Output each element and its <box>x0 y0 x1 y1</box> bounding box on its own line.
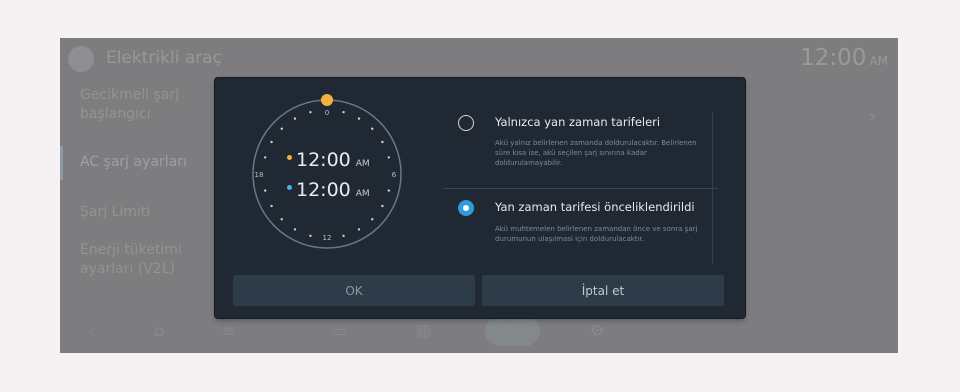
cancel-button[interactable]: İptal et <box>482 275 724 306</box>
chart-icon[interactable]: ▥ <box>416 321 431 340</box>
clock-tick <box>293 228 297 231</box>
clock-tick <box>263 156 267 159</box>
clock-tick <box>309 110 312 114</box>
clock-label-18: 18 <box>255 171 264 179</box>
clock-tick <box>280 127 283 130</box>
avatar <box>68 46 94 72</box>
options-divider <box>443 188 718 189</box>
sidebar-item-delayed-charge[interactable]: Gecikmeli şarj başlangıcı <box>80 86 215 124</box>
sidebar-item-ac-charge[interactable]: AC şarj ayarları <box>80 153 215 172</box>
clock-label-12: 12 <box>323 234 332 242</box>
app-title: Elektrikli araç <box>106 48 223 68</box>
start-dot <box>287 155 292 160</box>
clock-tick <box>357 117 361 120</box>
clock-tick <box>357 228 361 231</box>
clock-label-6: 6 <box>392 171 397 179</box>
ok-button[interactable]: OK <box>233 275 475 306</box>
chevron-right-icon[interactable]: › <box>869 106 876 127</box>
media-icon[interactable]: ▭ <box>332 321 347 340</box>
option-description: Akü yalnız belirlenen zamanda doldurulac… <box>495 139 697 167</box>
clock-label-0: 0 <box>325 109 329 117</box>
end-time-row: 12:00 AM <box>287 179 370 201</box>
status-time: 12:00 <box>800 45 867 71</box>
clock-ticks <box>263 110 391 238</box>
clock-tick <box>381 204 384 208</box>
start-handle[interactable] <box>321 94 333 106</box>
clock-tick <box>270 140 273 144</box>
clock-tick <box>387 156 391 159</box>
back-icon[interactable]: ‹ <box>88 321 94 340</box>
option-title: Yalnızca yan zaman tarifeleri <box>495 115 661 129</box>
clock-tick <box>280 218 283 221</box>
sidebar-item-charge-limit[interactable]: Şarj Limiti <box>80 203 215 222</box>
clock-tick <box>293 117 297 120</box>
clock-dial: 0 6 12 18 <box>252 94 402 249</box>
end-time: 12:00 <box>296 179 351 201</box>
clock-tick <box>381 140 384 144</box>
start-ampm: AM <box>355 159 370 169</box>
radio-offpeak-prioritized[interactable] <box>458 200 474 216</box>
sidebar-item-v2l[interactable]: Enerji tüketimi ayarları (V2L) <box>80 241 215 279</box>
status-clock: 12:00 AM <box>800 45 888 71</box>
option-title: Yan zaman tarifesi önceliklendirildi <box>495 200 695 214</box>
clock-tick <box>270 204 273 208</box>
search-icon[interactable]: ⚲ <box>505 321 517 340</box>
clock-tick <box>263 189 267 192</box>
menu-icon[interactable]: ≡ <box>222 321 235 340</box>
end-dot <box>287 185 292 190</box>
home-icon[interactable]: ⌂ <box>154 321 164 340</box>
clock-tick <box>309 234 312 238</box>
start-time: 12:00 <box>296 149 351 171</box>
status-ampm: AM <box>869 54 888 68</box>
option-description: Akü muhtemelen belirlenen zamandan önce … <box>495 225 698 243</box>
charge-clock: 0 6 12 18 <box>247 94 407 254</box>
clock-tick <box>342 234 345 238</box>
clock-tick <box>371 218 374 221</box>
clock-tick <box>371 127 374 130</box>
radio-offpeak-only[interactable] <box>458 115 474 131</box>
clock-tick <box>342 110 345 114</box>
clock-tick <box>387 189 391 192</box>
sidebar-selection-indicator <box>60 146 63 180</box>
gear-icon[interactable]: ⚙ <box>590 321 604 340</box>
charge-schedule-dialog: 0 6 12 18 12:00 AM 12:00 AM Yalnızca yan… <box>215 78 745 318</box>
start-time-row: 12:00 AM <box>287 149 370 171</box>
end-ampm: AM <box>355 189 370 199</box>
